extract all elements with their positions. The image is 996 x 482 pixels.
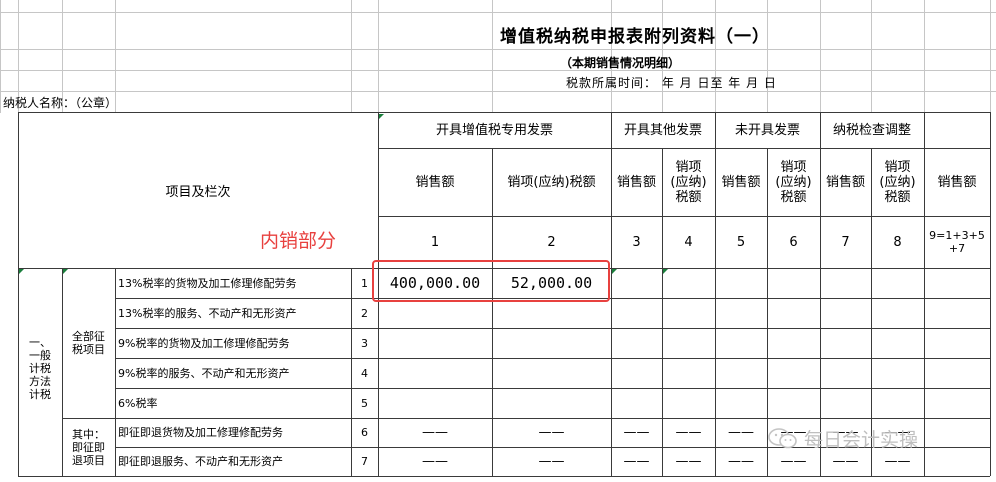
watermark-text: 每日会计实操 bbox=[804, 429, 919, 451]
grid-line bbox=[0, 70, 996, 71]
cell-marker bbox=[612, 269, 617, 274]
item-header: 项目及栏次 bbox=[165, 185, 231, 200]
grid-line bbox=[767, 0, 768, 113]
row-number: 6 bbox=[361, 426, 368, 439]
sales-amount-cell bbox=[378, 328, 492, 358]
col-output-tax-8: 销项 (应纳) 税额 bbox=[879, 159, 916, 205]
row-number: 5 bbox=[361, 396, 368, 410]
sales-amount-cell bbox=[378, 298, 492, 328]
grid-line bbox=[820, 0, 821, 113]
group-vat-special-invoice: 开具增值税专用发票 bbox=[435, 123, 553, 138]
dash-cell: —— bbox=[623, 425, 650, 440]
wechat-icon bbox=[768, 427, 798, 450]
col-output-tax-2: 销项(应纳)税额 bbox=[507, 174, 596, 190]
col-number-5: 5 bbox=[736, 234, 746, 250]
row-number: 2 bbox=[361, 306, 368, 320]
output-tax-cell bbox=[492, 388, 611, 418]
group-other-invoice: 开具其他发票 bbox=[623, 123, 702, 138]
taxpayer-name-label: 纳税人名称：（公章） bbox=[3, 96, 118, 110]
grid-line bbox=[378, 0, 379, 113]
dash-cell: —— bbox=[675, 454, 702, 469]
col-sales-7: 销售额 bbox=[825, 174, 865, 190]
col-number-9: 9=1+3+5 +7 bbox=[929, 229, 985, 255]
grid-line bbox=[990, 0, 991, 113]
row-number: 3 bbox=[361, 336, 368, 350]
output-tax-cell bbox=[492, 358, 611, 388]
col-output-tax-4: 销项 (应纳) 税额 bbox=[670, 159, 707, 205]
dash-cell: —— bbox=[623, 454, 650, 469]
section-general-method: 一、 一般 计税 方法 计税 bbox=[29, 335, 51, 401]
dash-cell: —— bbox=[675, 425, 702, 440]
group-no-invoice: 未开具发票 bbox=[734, 123, 800, 138]
dash-cell: —— bbox=[538, 454, 565, 469]
grid-line bbox=[351, 0, 352, 113]
col-sales-9: 销售额 bbox=[937, 174, 977, 190]
dash-cell: —— bbox=[422, 454, 448, 469]
col-sales-1: 销售额 bbox=[415, 174, 455, 190]
tax-period: 税款所属时间： 年 月 日至 年 月 日 bbox=[566, 76, 777, 90]
row-number: 4 bbox=[361, 366, 368, 380]
row-label: 6%税率 bbox=[118, 396, 158, 410]
watermark: 每日会计实操 bbox=[768, 425, 918, 452]
grid-line bbox=[715, 0, 716, 113]
cell-marker bbox=[663, 269, 668, 274]
grid-line bbox=[924, 0, 925, 113]
row-label: 即征即退货物及加工修理修配劳务 bbox=[118, 426, 283, 439]
group-tax-inspection: 纳税检查调整 bbox=[832, 123, 911, 138]
row-label: 13%税率的服务、不动产和无形资产 bbox=[118, 306, 297, 320]
domestic-sales-annotation: 内销部分 bbox=[260, 230, 337, 252]
highlight-box bbox=[372, 260, 610, 302]
col-number-3: 3 bbox=[632, 234, 641, 250]
row-label: 13%税率的货物及加工修理修配劳务 bbox=[118, 276, 297, 290]
col-sales-5: 销售额 bbox=[721, 174, 761, 190]
sales-amount-cell bbox=[378, 358, 492, 388]
dash-cell: —— bbox=[538, 425, 565, 440]
table-border bbox=[18, 476, 990, 477]
col-sales-3: 销售额 bbox=[616, 174, 656, 190]
form-subtitle: （本期销售情况明细） bbox=[560, 56, 681, 70]
grid-line bbox=[0, 91, 996, 92]
grid-line bbox=[492, 0, 493, 113]
col-number-6: 6 bbox=[789, 234, 798, 250]
sales-amount-cell bbox=[378, 388, 492, 418]
dash-cell: —— bbox=[728, 425, 754, 440]
table-border bbox=[990, 112, 991, 476]
row-label: 9%税率的货物及加工修理修配劳务 bbox=[118, 336, 290, 350]
row-label: 9%税率的服务、不动产和无形资产 bbox=[118, 366, 290, 380]
grid-line bbox=[871, 0, 872, 113]
col-number-8: 8 bbox=[893, 234, 902, 250]
output-tax-cell bbox=[492, 298, 611, 328]
col-number-4: 4 bbox=[684, 234, 693, 250]
col-number-7: 7 bbox=[841, 234, 850, 250]
col-output-tax-6: 销项 (应纳) 税额 bbox=[775, 159, 812, 205]
dash-cell: —— bbox=[422, 425, 448, 440]
grid-line bbox=[0, 49, 996, 50]
row-number: 7 bbox=[361, 455, 368, 468]
grid-line bbox=[0, 0, 1, 113]
section-all-taxable: 全部征 税项目 bbox=[72, 330, 105, 356]
output-tax-cell bbox=[492, 328, 611, 358]
row-label: 即征即退服务、不动产和无形资产 bbox=[118, 455, 283, 468]
dash-cell: —— bbox=[728, 454, 754, 469]
section-immediate-refund: 其中： 即征即 退项目 bbox=[72, 427, 105, 467]
form-title: 增值税纳税申报表附列资料（一） bbox=[500, 27, 770, 47]
grid-line bbox=[0, 12, 996, 13]
